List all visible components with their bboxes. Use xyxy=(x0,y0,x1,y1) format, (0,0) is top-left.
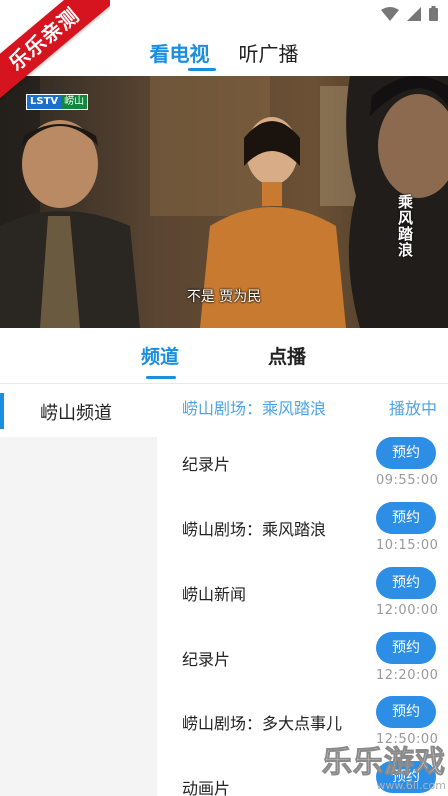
program-title: 纪录片 xyxy=(182,650,231,669)
program-title: 崂山新闻 xyxy=(182,585,247,604)
video-player[interactable]: LSTV 崂山 乘风踏浪 不是 贾为民 xyxy=(0,76,448,328)
book-button[interactable]: 预约 xyxy=(376,632,436,664)
book-button[interactable]: 预约 xyxy=(376,502,436,534)
program-vertical-title: 乘风踏浪 xyxy=(396,194,414,258)
program-row: 纪录片 预约 09:55:00 xyxy=(157,437,448,501)
program-title: 崂山剧场：多大点事儿 xyxy=(182,714,343,733)
content-tab-bar: 频道 点播 xyxy=(0,328,448,384)
program-row: 崂山剧场：乘风踏浪 预约 10:15:00 xyxy=(157,502,448,566)
video-subtitle: 不是 贾为民 xyxy=(186,289,262,305)
program-row: 纪录片 预约 12:20:00 xyxy=(157,632,448,696)
tab-on-demand[interactable]: 点播 xyxy=(268,342,306,369)
now-playing-title: 崂山剧场：乘风踏浪 xyxy=(182,399,327,418)
program-title: 纪录片 xyxy=(182,455,231,474)
program-row: 崂山新闻 预约 12:00:00 xyxy=(157,567,448,631)
signal-icon xyxy=(407,6,421,21)
battery-icon xyxy=(429,6,438,21)
program-title: 崂山剧场：乘风踏浪 xyxy=(182,520,327,539)
book-button[interactable]: 预约 xyxy=(376,567,436,599)
program-time: 10:15:00 xyxy=(376,538,439,553)
tab-tv[interactable]: 看电视 xyxy=(149,34,209,67)
program-schedule: 崂山剧场：乘风踏浪 播放中 纪录片 预约 09:55:00 崂山剧场：乘风踏浪 … xyxy=(157,385,448,796)
sidebar-item-laoshan[interactable]: 崂山频道 xyxy=(0,385,157,437)
wifi-icon xyxy=(381,6,399,21)
channel-sidebar: 崂山频道 xyxy=(0,385,157,796)
site-watermark: 乐乐游戏 www.6ll.com xyxy=(322,737,447,793)
book-button[interactable]: 预约 xyxy=(376,696,436,728)
tab-tv-underline xyxy=(188,68,216,71)
now-playing-status: 播放中 xyxy=(388,399,437,418)
test-badge-ribbon: 乐乐亲测 xyxy=(0,0,110,110)
program-title: 动画片 xyxy=(182,779,231,796)
test-badge-text: 乐乐亲测 xyxy=(0,0,110,104)
program-time: 12:20:00 xyxy=(376,668,439,683)
tab-channels-underline xyxy=(146,376,176,379)
tab-radio[interactable]: 听广播 xyxy=(239,34,299,67)
active-indicator xyxy=(0,393,4,429)
watermark-text: 乐乐游戏 xyxy=(322,745,446,781)
program-time: 12:00:00 xyxy=(376,603,439,618)
tab-channels[interactable]: 频道 xyxy=(141,342,179,369)
program-time: 09:55:00 xyxy=(376,473,439,488)
book-button[interactable]: 预约 xyxy=(376,437,436,469)
sidebar-item-label: 崂山频道 xyxy=(40,403,112,424)
status-icons xyxy=(381,6,438,21)
